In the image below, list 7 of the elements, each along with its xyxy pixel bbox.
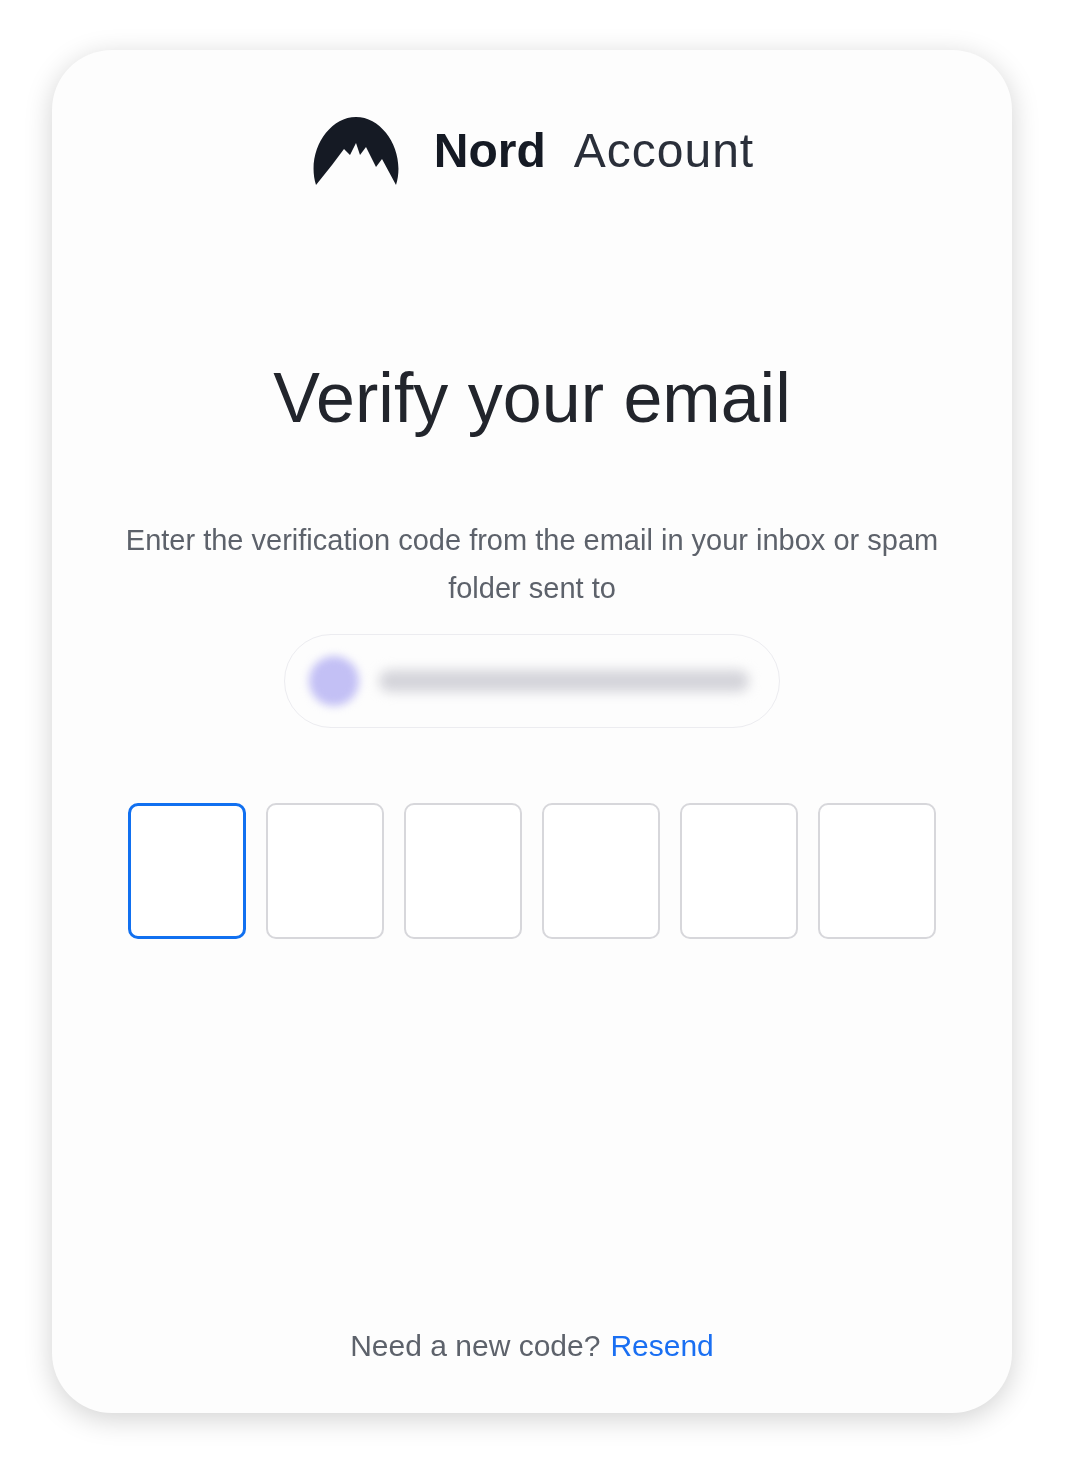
resend-prompt: Need a new code? — [350, 1329, 601, 1363]
instructions-text: Enter the verification code from the email in your inbox or spam folder sent to — [124, 523, 940, 606]
page-title: Verify your email — [273, 358, 791, 438]
product-name: Account — [573, 122, 755, 178]
code-digit-field[interactable] — [128, 803, 246, 939]
brand-name: Nord — [433, 122, 546, 178]
resend-link[interactable]: Resend — [610, 1329, 714, 1363]
